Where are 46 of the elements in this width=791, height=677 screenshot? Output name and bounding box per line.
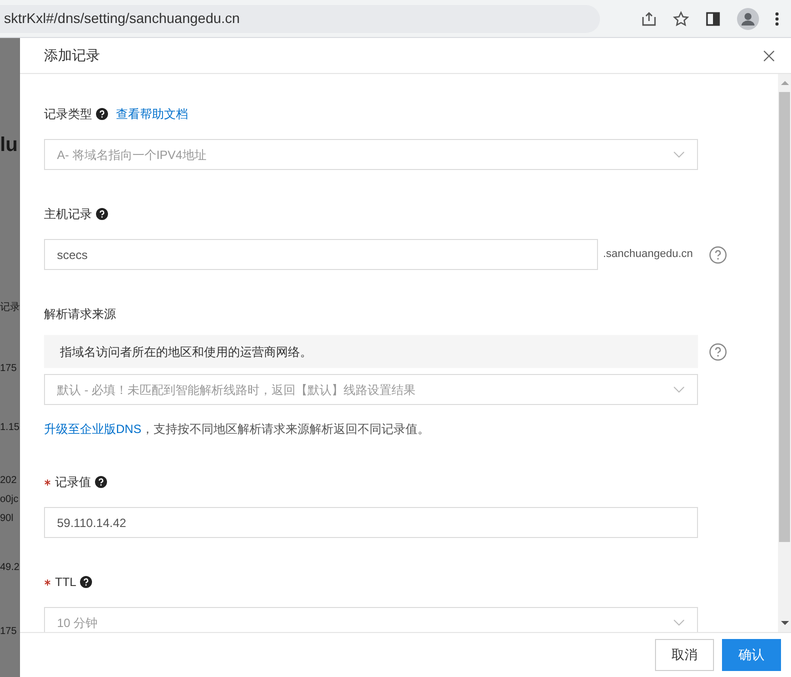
help-icon[interactable]	[95, 476, 107, 488]
field-label: 记录值	[55, 474, 91, 491]
domain-suffix: .sanchuangedu.cn	[603, 247, 694, 262]
info-box: 指域名访问者所在的地区和使用的运营商网络。	[44, 335, 698, 368]
page-text: 记录	[0, 301, 20, 315]
select-field[interactable]: 10 分钟	[44, 607, 698, 632]
help-icon[interactable]	[80, 576, 92, 588]
confirm-button[interactable]: 确认	[722, 639, 781, 671]
star-icon[interactable]	[673, 10, 689, 26]
chevron-down-icon	[673, 619, 685, 626]
help-link[interactable]: 查看帮助文档	[116, 105, 188, 123]
share-icon[interactable]	[641, 10, 657, 26]
required-asterisk-icon	[44, 578, 51, 586]
input-field[interactable]: 59.110.14.42	[44, 507, 698, 538]
page-text: 175	[0, 625, 18, 639]
page-text: o0jc	[0, 493, 20, 507]
avatar-icon[interactable]	[737, 8, 759, 30]
chevron-down-icon	[673, 386, 685, 393]
scroll-down-icon[interactable]	[780, 618, 788, 628]
chevron-down-icon	[673, 151, 685, 158]
help-icon[interactable]	[96, 208, 108, 220]
page-text: 90l	[0, 512, 14, 526]
page-text: 1.15	[0, 421, 20, 435]
upgrade-note: 升级至企业版DNS，支持按不同地区解析请求来源解析返回不同记录值。	[44, 421, 430, 438]
scrollbar-thumb[interactable]	[779, 92, 790, 542]
page-text: 49.2	[0, 561, 20, 575]
close-icon[interactable]	[763, 50, 775, 62]
upgrade-link[interactable]: 升级至企业版DNS	[44, 422, 142, 436]
page-heading: lu	[0, 133, 19, 157]
required-asterisk-icon	[44, 478, 51, 486]
field-label: 记录类型	[44, 106, 92, 123]
address-bar[interactable]: sktrKxl#/dns/setting/sanchuangedu.cn	[0, 4, 600, 32]
help-icon[interactable]	[96, 108, 108, 120]
page-text: 175	[0, 362, 18, 376]
input-field[interactable]: scecs	[44, 239, 598, 270]
sidebar-icon[interactable]	[705, 10, 721, 26]
page-text: 202	[0, 474, 18, 488]
field-label: 主机记录	[44, 206, 92, 223]
scrollbar[interactable]	[778, 74, 791, 632]
field-label: 解析请求来源	[44, 306, 116, 323]
cancel-button[interactable]: 取消	[655, 639, 714, 671]
field-label: TTL	[55, 574, 76, 591]
more-icon[interactable]	[775, 10, 779, 26]
select-field[interactable]: 默认 - 必填！未匹配到智能解析线路时，返回【默认】线路设置结果	[44, 374, 698, 405]
select-field[interactable]: A- 将域名指向一个IPV4地址	[44, 139, 698, 170]
dialog-title: 添加记录	[44, 46, 100, 65]
